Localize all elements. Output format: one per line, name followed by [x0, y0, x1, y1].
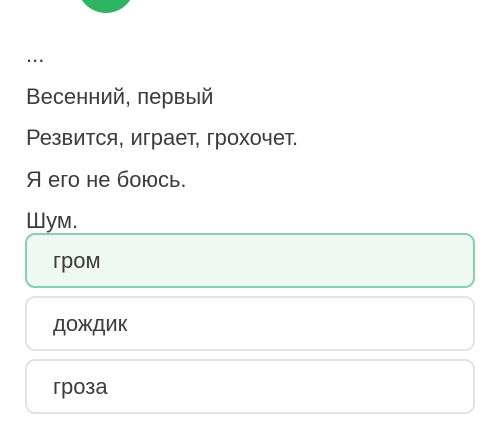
answer-option-label: дождик: [53, 310, 128, 336]
answer-option-label: гром: [53, 247, 101, 273]
riddle-line: Шум.: [26, 208, 79, 233]
answer-option-label: гроза: [53, 373, 108, 399]
answer-option-dozhdik[interactable]: дождик: [25, 296, 475, 351]
riddle-line: ...: [26, 42, 45, 67]
answer-option-grom[interactable]: гром: [25, 233, 475, 288]
answer-options: гром дождик гроза: [25, 233, 475, 422]
riddle-line: Резвится, играет, грохочет.: [26, 125, 299, 150]
riddle-line: Я его не боюсь.: [26, 166, 187, 192]
riddle-text: ... Весенний, первый Резвится, играет, г…: [26, 44, 298, 252]
answer-option-groza[interactable]: гроза: [25, 359, 475, 414]
top-progress-badge: [77, 0, 135, 13]
riddle-line: Весенний, первый: [26, 83, 214, 109]
